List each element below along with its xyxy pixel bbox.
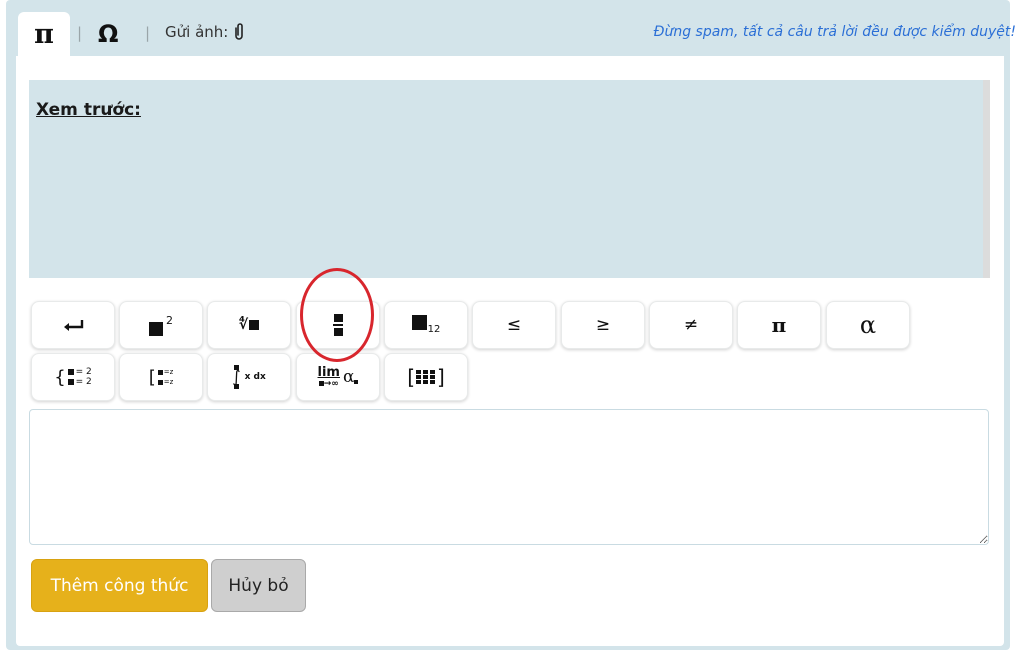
formula-preview: Xem trước: xyxy=(29,80,990,278)
paperclip-icon xyxy=(235,23,244,40)
upload-image-button[interactable]: Gửi ảnh: xyxy=(165,22,246,42)
add-formula-button[interactable]: Thêm công thức xyxy=(31,559,208,612)
tab-math-symbols[interactable]: π xyxy=(18,12,70,56)
tab-separator: | xyxy=(145,24,151,42)
superscript-icon: 2 xyxy=(149,314,173,336)
insert-superscript-button[interactable]: 2 xyxy=(119,301,203,349)
insert-alpha-button[interactable]: α xyxy=(826,301,910,349)
formula-editor-frame: π | Ω | Gửi ảnh: Đừng spam, tất cả câu t… xyxy=(0,0,1024,658)
limit-icon: lim →∞ α xyxy=(318,366,359,389)
fraction-icon xyxy=(333,314,343,336)
formula-input[interactable] xyxy=(29,409,989,545)
insert-fraction-button[interactable] xyxy=(296,301,380,349)
matrix-icon: [ ] xyxy=(407,365,445,389)
insert-root-button[interactable]: ∜ xyxy=(207,301,291,349)
insert-leq-button[interactable]: ≤ xyxy=(472,301,556,349)
insert-bracket-system-button[interactable]: [ =z =z xyxy=(119,353,203,401)
subscript-icon: 12 xyxy=(411,315,440,335)
upload-label: Gửi ảnh: xyxy=(165,23,229,41)
insert-limit-button[interactable]: lim →∞ α xyxy=(296,353,380,401)
insert-geq-button[interactable]: ≥ xyxy=(561,301,645,349)
insert-matrix-button[interactable]: [ ] xyxy=(384,353,468,401)
bracket-system-icon: [ =z =z xyxy=(148,366,174,388)
pi-symbol-icon: π xyxy=(34,18,54,50)
nth-root-icon: ∜ xyxy=(239,317,260,333)
insert-subscript-button[interactable]: 12 xyxy=(384,301,468,349)
tab-separator: | xyxy=(77,24,83,42)
enter-arrow-icon xyxy=(64,320,84,331)
brace-system-icon: { = 2 = 2 xyxy=(54,366,92,388)
omega-symbol-icon: Ω xyxy=(98,20,119,48)
insert-neq-button[interactable]: ≠ xyxy=(649,301,733,349)
moderation-notice: Đừng spam, tất cả câu trả lời đều được k… xyxy=(653,24,1016,40)
insert-pi-button[interactable]: π xyxy=(737,301,821,349)
insert-system-equations-button[interactable]: { = 2 = 2 xyxy=(31,353,115,401)
insert-integral-button[interactable]: ∫ x dx xyxy=(207,353,291,401)
tab-special-characters[interactable]: Ω xyxy=(98,14,118,54)
integral-icon: ∫ x dx xyxy=(232,365,266,389)
cancel-button[interactable]: Hủy bỏ xyxy=(211,559,306,612)
insert-newline-button[interactable] xyxy=(31,301,115,349)
preview-label: Xem trước: xyxy=(36,100,141,120)
